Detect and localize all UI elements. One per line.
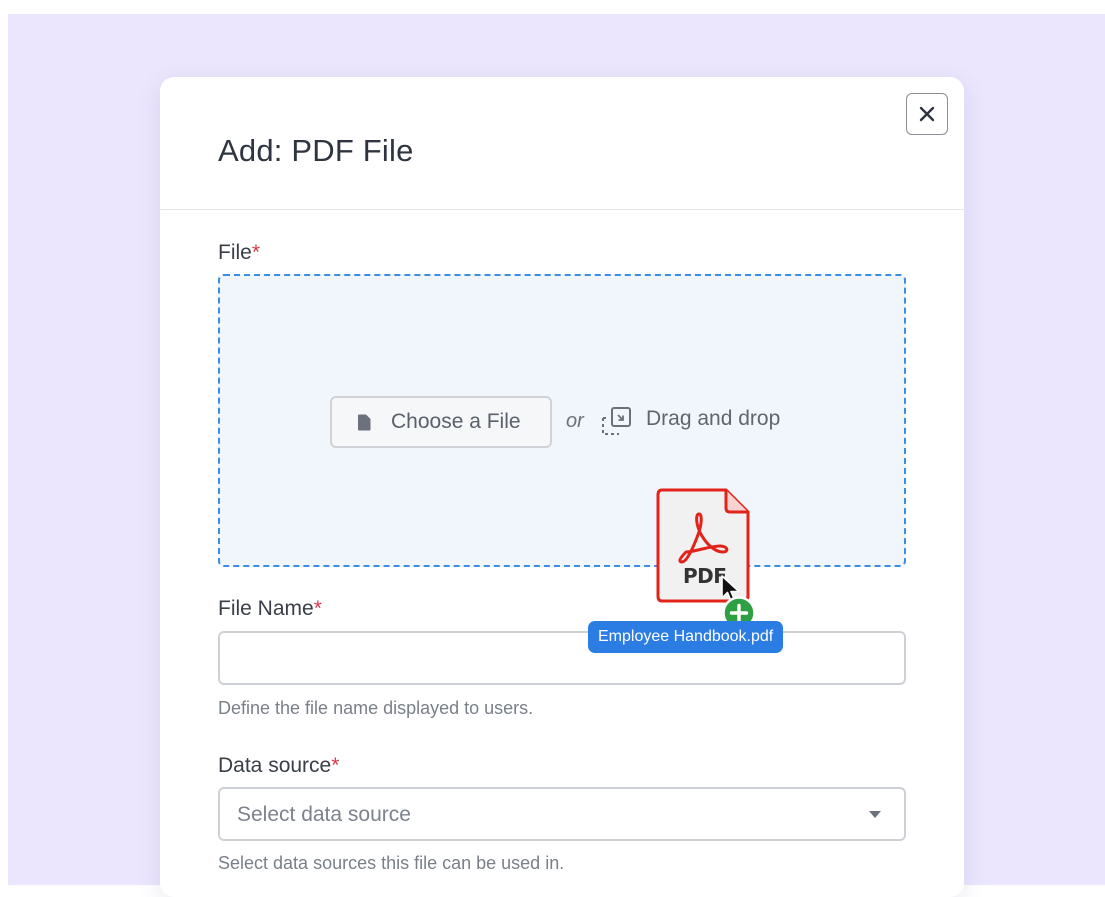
file-icon: [357, 414, 371, 431]
dragged-file-name-chip: Employee Handbook.pdf: [588, 621, 784, 653]
file-name-help-text: Define the file name displayed to users.: [218, 698, 534, 718]
data-source-help-text: Select data sources this file can be use…: [218, 853, 565, 873]
drag-drop-icon: [601, 406, 635, 443]
required-marker: *: [251, 241, 261, 264]
file-label: File*: [218, 241, 261, 264]
data-source-label: Data source*: [218, 754, 340, 777]
add-pdf-dialog: Add: PDF File File* Choose a File or Dra…: [160, 77, 964, 897]
drag-drop-text: Drag and drop: [646, 407, 781, 430]
required-marker: *: [331, 754, 340, 777]
required-marker: *: [313, 597, 322, 620]
dialog-title: Add: PDF File: [218, 133, 414, 168]
header-divider: [160, 209, 964, 210]
choose-file-label: Choose a File: [391, 410, 521, 433]
choose-file-button[interactable]: Choose a File: [330, 396, 552, 448]
caret-down-icon: [869, 811, 881, 818]
data-source-select[interactable]: Select data source: [218, 787, 906, 841]
close-icon: [919, 106, 935, 122]
data-source-placeholder: Select data source: [237, 803, 411, 826]
or-text: or: [566, 410, 584, 432]
file-name-label: File Name*: [218, 597, 322, 620]
file-name-input[interactable]: [218, 631, 906, 685]
close-button[interactable]: [906, 93, 948, 135]
file-dropzone[interactable]: Choose a File or Drag and drop: [218, 274, 906, 567]
